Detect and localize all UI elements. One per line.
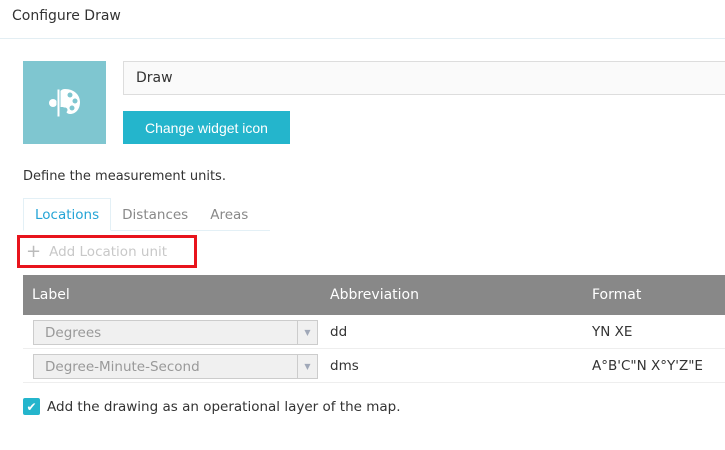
divider <box>0 38 725 39</box>
checkmark-icon: ✔ <box>26 399 37 414</box>
widget-name-input[interactable]: Draw <box>123 61 725 95</box>
label-select[interactable]: Degree-Minute-Second ▼ <box>33 354 318 379</box>
header-abbreviation: Abbreviation <box>330 287 419 303</box>
format-cell: YN XE <box>592 323 633 340</box>
abbreviation-cell: dd <box>330 323 348 340</box>
operational-layer-checkbox[interactable]: ✔ <box>23 398 40 415</box>
table-header: Label Abbreviation Format <box>23 275 725 315</box>
tab-areas[interactable]: Areas <box>199 198 259 231</box>
format-cell: A°B'C"N X°Y'Z"E <box>592 357 703 374</box>
add-location-unit-label: Add Location unit <box>49 243 168 260</box>
table-row: Degrees ▼ dd YN XE <box>23 315 725 349</box>
dialog-title: Configure Draw <box>12 8 121 24</box>
table-row: Degree-Minute-Second ▼ dms A°B'C"N X°Y'Z"… <box>23 349 725 383</box>
palette-icon <box>48 88 80 117</box>
abbreviation-cell: dms <box>330 357 359 374</box>
select-value: Degree-Minute-Second <box>45 359 200 375</box>
operational-layer-label[interactable]: Add the drawing as an operational layer … <box>47 399 401 415</box>
chevron-down-icon[interactable]: ▼ <box>297 355 317 378</box>
widget-icon-preview <box>23 61 106 144</box>
plus-icon: + <box>26 241 42 262</box>
label-select[interactable]: Degrees ▼ <box>33 320 318 345</box>
tab-distances[interactable]: Distances <box>111 198 199 231</box>
measurement-units-description: Define the measurement units. <box>23 169 226 184</box>
chevron-down-icon[interactable]: ▼ <box>297 321 317 344</box>
unit-tabs: Locations Distances Areas <box>23 198 270 231</box>
header-format: Format <box>592 287 642 303</box>
select-value: Degrees <box>45 325 102 341</box>
header-label: Label <box>32 287 70 303</box>
add-location-unit-button[interactable]: + Add Location unit <box>17 235 197 268</box>
change-widget-icon-button[interactable]: Change widget icon <box>123 111 290 144</box>
tab-locations[interactable]: Locations <box>23 198 112 231</box>
